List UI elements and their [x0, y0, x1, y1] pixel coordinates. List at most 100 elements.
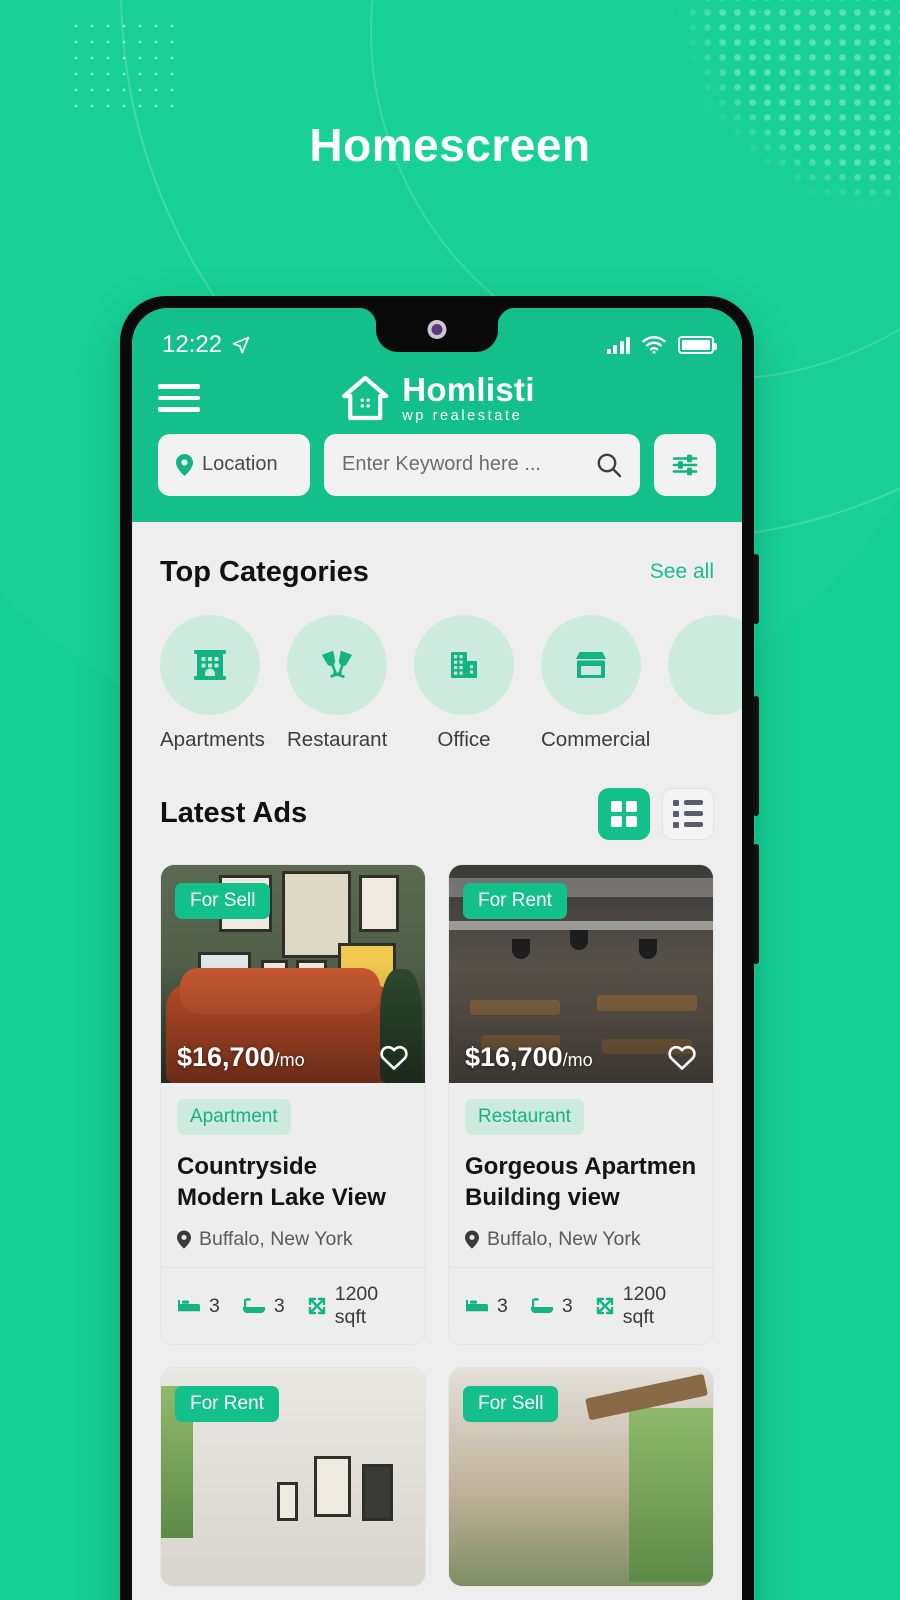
property-stats: 3 3 1200 sqft	[449, 1267, 713, 1344]
battery-full-icon	[678, 336, 717, 354]
status-badge: For Sell	[175, 882, 271, 919]
area-value: 1200 sqft	[622, 1283, 667, 1329]
category-item-commercial[interactable]: Commercial	[541, 614, 650, 752]
bed-icon	[465, 1297, 489, 1315]
property-type-tag: Apartment	[177, 1098, 291, 1135]
category-item-apartments[interactable]: Apartments	[160, 614, 265, 752]
map-pin-icon	[177, 1230, 191, 1249]
location-text: Buffalo, New York	[487, 1228, 641, 1251]
location-text: Buffalo, New York	[199, 1228, 353, 1251]
property-title: Gorgeous Apartmen Building view	[465, 1152, 697, 1212]
list-view-button[interactable]	[662, 787, 714, 840]
property-location: Buffalo, New York	[177, 1228, 409, 1251]
apartment-building-icon	[190, 645, 230, 685]
storefront-icon	[570, 645, 612, 685]
property-card[interactable]: For Rent $16,700/mo Restaurant Gorgeous …	[448, 863, 714, 1346]
stat-bathrooms: 3	[530, 1295, 573, 1318]
property-photo[interactable]: For Sell $16,700/mo	[161, 864, 425, 1083]
bathrooms-count: 3	[273, 1294, 285, 1317]
property-card[interactable]: For Sell $16,700/mo Apartment Countrysid…	[160, 863, 426, 1346]
grid-view-icon	[611, 800, 637, 827]
grid-view-button[interactable]	[598, 787, 650, 840]
phone-mockup: 12:22 Homlisti wp realestate Location En…	[120, 296, 759, 1600]
location-label: Location	[202, 453, 278, 475]
phone-notch	[358, 308, 516, 352]
location-selector[interactable]: Location	[158, 433, 310, 496]
see-all-link[interactable]: See all	[650, 560, 714, 584]
front-camera-icon	[427, 320, 447, 339]
bedrooms-count: 3	[209, 1294, 220, 1317]
category-icon-circle	[668, 614, 742, 715]
property-photo[interactable]: For Rent	[161, 1368, 425, 1587]
property-photo[interactable]: For Sell	[449, 1368, 713, 1587]
phone-side-button-power[interactable]	[753, 554, 759, 624]
search-input[interactable]: Enter Keyword here ...	[324, 433, 640, 496]
poster-page: Homescreen 12:22 Homlisti wp realestate …	[0, 0, 900, 1600]
category-label: Restaurant	[287, 727, 388, 751]
category-list[interactable]: Apartments Restaurant Office Commercial	[132, 589, 742, 752]
heart-outline-icon[interactable]	[379, 1043, 409, 1071]
status-bar-time: 12:22	[162, 331, 223, 358]
price-amount: $16,700	[465, 1041, 563, 1072]
background-halftone	[670, 0, 900, 205]
price-amount: $16,700	[177, 1041, 275, 1072]
app-logo[interactable]: Homlisti wp realestate	[339, 372, 535, 424]
price-period: /mo	[274, 1049, 305, 1070]
area-value: 1200 sqft	[334, 1283, 379, 1329]
category-item-partial[interactable]	[668, 614, 742, 752]
category-icon-circle	[414, 614, 514, 715]
phone-screen: 12:22 Homlisti wp realestate Location En…	[132, 308, 742, 1600]
navigation-arrow-icon	[231, 335, 251, 355]
status-badge: For Rent	[175, 1386, 279, 1423]
category-item-office[interactable]: Office	[414, 614, 514, 752]
top-categories-header: Top Categories See all	[132, 522, 742, 589]
property-price: $16,700/mo	[177, 1042, 305, 1073]
section-title-latest-ads: Latest Ads	[160, 797, 308, 829]
bathtub-icon	[242, 1297, 266, 1315]
photo-overlay-bar: $16,700/mo	[449, 1042, 713, 1073]
app-body: Top Categories See all Apartments Restau…	[132, 521, 742, 1588]
view-toggle-group[interactable]	[598, 787, 714, 840]
section-title-categories: Top Categories	[160, 555, 369, 588]
property-card-body: Apartment Countryside Modern Lake View B…	[161, 1083, 425, 1252]
brand-bar: Homlisti wp realestate	[132, 370, 742, 423]
list-view-icon	[673, 799, 703, 828]
map-pin-icon	[176, 453, 193, 476]
office-buildings-icon	[444, 645, 484, 685]
bathtub-icon	[530, 1297, 554, 1315]
heart-outline-icon[interactable]	[667, 1043, 697, 1071]
phone-side-button-volume-down[interactable]	[753, 844, 759, 964]
search-bar: Location Enter Keyword here ...	[132, 412, 742, 496]
category-label: Office	[437, 727, 491, 751]
photo-overlay-bar: $16,700/mo	[161, 1042, 425, 1073]
stat-area: 1200 sqft	[595, 1283, 697, 1329]
property-card[interactable]: For Sell	[448, 1367, 714, 1588]
property-card-grid: For Sell $16,700/mo Apartment Countrysid…	[132, 840, 742, 1588]
stat-bedrooms: 3	[177, 1295, 220, 1318]
phone-side-button-volume-up[interactable]	[753, 696, 759, 816]
price-period: /mo	[562, 1049, 593, 1070]
cheers-glasses-icon	[317, 645, 357, 685]
page-title: Homescreen	[309, 119, 591, 171]
brand-name: Homlisti	[402, 370, 535, 408]
property-location: Buffalo, New York	[465, 1228, 697, 1251]
sliders-filter-icon	[671, 452, 699, 478]
latest-ads-header: Latest Ads	[132, 752, 742, 840]
category-item-restaurant[interactable]: Restaurant	[287, 614, 388, 752]
hamburger-menu-icon[interactable]	[158, 384, 200, 412]
filter-button[interactable]	[654, 433, 716, 496]
bathrooms-count: 3	[561, 1294, 573, 1317]
property-stats: 3 3 1200 sqft	[161, 1267, 425, 1344]
cellular-signal-icon	[606, 336, 630, 354]
wifi-icon	[642, 336, 666, 354]
category-label: Apartments	[160, 727, 265, 751]
search-placeholder: Enter Keyword here ...	[342, 453, 541, 475]
bedrooms-count: 3	[497, 1294, 508, 1317]
property-type-tag: Restaurant	[465, 1098, 584, 1135]
category-icon-circle	[287, 614, 387, 715]
house-logo-icon	[339, 372, 391, 424]
property-photo[interactable]: For Rent $16,700/mo	[449, 864, 713, 1083]
background-dot-grid	[68, 18, 180, 110]
property-card[interactable]: For Rent	[160, 1367, 426, 1588]
search-icon[interactable]	[596, 452, 622, 478]
